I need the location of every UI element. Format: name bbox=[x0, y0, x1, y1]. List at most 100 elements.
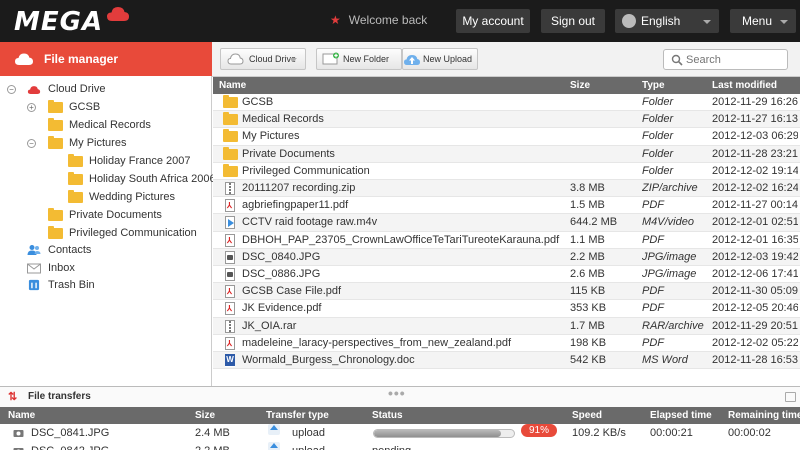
collapse-icon[interactable]: − bbox=[7, 85, 16, 94]
tree-label: Contacts bbox=[48, 244, 92, 256]
toolbar: Cloud Drive New Folder New Upload bbox=[212, 42, 800, 77]
new-folder-button[interactable]: New Folder bbox=[316, 48, 402, 70]
file-size: 2.2 MB bbox=[570, 250, 605, 263]
file-size: 1.1 MB bbox=[570, 233, 605, 246]
file-row[interactable]: Privileged Communication Folder 2012-12-02… bbox=[213, 163, 800, 180]
sign-out-button[interactable]: Sign out bbox=[541, 9, 605, 33]
column-name[interactable]: Name bbox=[8, 407, 35, 424]
file-last-modified: 2012-12-02 19:14 bbox=[712, 164, 798, 177]
tree-item-gcsb[interactable]: + GCSB bbox=[0, 99, 210, 116]
my-account-button[interactable]: My account bbox=[456, 9, 530, 33]
tree-label: Wedding Pictures bbox=[89, 191, 176, 203]
tree-item-trash-bin[interactable]: Trash Bin bbox=[0, 277, 210, 294]
pdf-icon: ⅄ bbox=[225, 336, 235, 350]
file-list: Name Size Type Last modified GCSB Folder 2… bbox=[213, 77, 800, 386]
file-name: CCTV raid footage raw.m4v bbox=[242, 216, 378, 229]
search-box[interactable] bbox=[663, 49, 788, 70]
welcome-text: Welcome back bbox=[348, 13, 428, 27]
expand-icon[interactable]: + bbox=[27, 103, 36, 112]
chevron-down-icon bbox=[780, 20, 788, 24]
collapse-icon[interactable]: − bbox=[27, 139, 36, 148]
open-folder-icon bbox=[48, 136, 63, 149]
file-last-modified: 2012-12-02 05:22 bbox=[712, 336, 798, 349]
file-type: PDF bbox=[642, 285, 664, 298]
column-size[interactable]: Size bbox=[195, 407, 215, 424]
tree-item-holiday-south-africa-2006[interactable]: Holiday South Africa 2006 bbox=[0, 171, 216, 188]
file-name: 20111207 recording.zip bbox=[242, 182, 356, 194]
tree-item-my-pictures[interactable]: − My Pictures bbox=[0, 135, 210, 152]
file-size: 3.8 MB bbox=[570, 182, 605, 194]
file-row[interactable]: GCSB Folder 2012-11-29 16:26 bbox=[213, 94, 800, 112]
file-name: DSC_0840.JPG bbox=[242, 250, 321, 263]
resize-handle[interactable]: ••• bbox=[388, 383, 406, 403]
cloud-icon bbox=[227, 53, 244, 65]
column-type[interactable]: Type bbox=[642, 77, 665, 94]
video-icon bbox=[225, 216, 235, 230]
language-selector[interactable]: English bbox=[615, 9, 719, 33]
tree-item-medical-records[interactable]: Medical Records bbox=[0, 117, 210, 134]
search-input[interactable] bbox=[686, 52, 784, 67]
file-row[interactable]: JK_OIA.rar 1.7 MB RAR/archive 2012-11-29 20… bbox=[213, 317, 800, 335]
transfer-row[interactable]: DSC_0842.JPG 2.2 MB upload pending bbox=[0, 442, 800, 450]
folder-icon bbox=[223, 112, 238, 126]
transfer-row[interactable]: DSC_0841.JPG 2.4 MB upload 91% 109.2 KB/… bbox=[0, 424, 800, 442]
pdf-icon-glyph: ⅄ bbox=[227, 338, 232, 348]
tree-item-holiday-france-2007[interactable]: Holiday France 2007 bbox=[0, 153, 210, 170]
file-row[interactable]: W Wormald_Burgess_Chronology.doc 542 KB MS … bbox=[213, 352, 800, 370]
image-icon-glyph bbox=[227, 254, 233, 260]
column-size[interactable]: Size bbox=[570, 77, 590, 94]
tree-item-contacts[interactable]: Contacts bbox=[0, 242, 210, 259]
file-name: Wormald_Burgess_Chronology.doc bbox=[242, 354, 415, 366]
tree-item-wedding-pictures[interactable]: Wedding Pictures bbox=[0, 189, 210, 206]
file-type: PDF bbox=[642, 336, 664, 349]
file-row[interactable]: DSC_0840.JPG 2.2 MB JPG/image 2012-12-03 19… bbox=[213, 248, 800, 266]
column-elapsed-time[interactable]: Elapsed time bbox=[650, 407, 712, 424]
file-row[interactable]: My Pictures Folder 2012-12-03 06:29 bbox=[213, 128, 800, 146]
file-row[interactable]: CCTV raid footage raw.m4v 644.2 MB M4V/vid… bbox=[213, 214, 800, 232]
pdf-icon-glyph: ⅄ bbox=[227, 201, 232, 211]
file-name: Privileged Communication bbox=[242, 164, 370, 177]
cloud-drive-dropdown[interactable]: Cloud Drive bbox=[220, 48, 306, 70]
file-row[interactable]: ⅄ agbriefingpaper11.pdf 1.5 MB PDF 2012-11-2… bbox=[213, 197, 800, 215]
file-row[interactable]: 20111207 recording.zip 3.8 MB ZIP/archive 2… bbox=[213, 180, 800, 198]
image-icon bbox=[225, 250, 235, 264]
star-icon: ★ bbox=[330, 13, 341, 27]
file-type: Folder bbox=[642, 113, 674, 126]
tree-label: Privileged Communication bbox=[69, 227, 197, 239]
column-speed[interactable]: Speed bbox=[572, 407, 602, 424]
file-last-modified: 2012-12-03 06:29 bbox=[712, 130, 798, 143]
tree-item-private-documents[interactable]: Private Documents bbox=[0, 207, 210, 224]
file-row[interactable]: ⅄ JK Evidence.pdf 353 KB PDF 2012-12-05 20:4… bbox=[213, 300, 800, 318]
mega-logo[interactable]: MEGA bbox=[14, 7, 103, 37]
file-type: PDF bbox=[642, 302, 664, 315]
zip-icon bbox=[225, 319, 235, 333]
file-row[interactable]: ⅄ DBHOH_PAP_23705_CrownLawOfficeTeTariTur… bbox=[213, 232, 800, 249]
file-row[interactable]: ⅄ madeleine_laracy-perspectives_from_new_… bbox=[213, 335, 800, 352]
file-name: agbriefingpaper11.pdf bbox=[242, 199, 349, 212]
minimize-icon[interactable] bbox=[785, 392, 796, 402]
folder-icon bbox=[48, 226, 63, 239]
zip-icon bbox=[225, 182, 235, 195]
file-row[interactable]: ⅄ GCSB Case File.pdf 115 KB PDF 2012-11-30 0… bbox=[213, 283, 800, 301]
file-name: Private Documents bbox=[242, 147, 335, 160]
column-last-modified[interactable]: Last modified bbox=[712, 77, 777, 94]
top-bar: MEGA ★ Welcome back My account Sign out E… bbox=[0, 0, 800, 42]
column-remaining-time[interactable]: Remaining time bbox=[728, 407, 800, 424]
file-type: Folder bbox=[642, 130, 674, 143]
column-name[interactable]: Name bbox=[219, 77, 246, 94]
tree-item-cloud-drive[interactable]: − Cloud Drive bbox=[0, 81, 210, 98]
transfer-name: DSC_0842.JPG bbox=[31, 442, 109, 450]
tree-item-privileged-communication[interactable]: Privileged Communication bbox=[0, 225, 210, 242]
word-icon: W bbox=[225, 354, 235, 367]
file-name: My Pictures bbox=[242, 130, 300, 143]
file-row[interactable]: Medical Records Folder 2012-11-27 16:13 bbox=[213, 111, 800, 129]
file-last-modified: 2012-11-29 20:51 bbox=[712, 319, 798, 332]
tree-label: Medical Records bbox=[69, 119, 151, 131]
new-upload-button[interactable]: New Upload bbox=[402, 48, 478, 70]
file-row[interactable]: Private Documents Folder 2012-11-28 23:21 bbox=[213, 145, 800, 163]
file-row[interactable]: DSC_0886.JPG 2.6 MB JPG/image 2012-12-06 17… bbox=[213, 266, 800, 284]
menu-button[interactable]: Menu bbox=[730, 9, 796, 33]
column-transfer-type[interactable]: Transfer type bbox=[266, 407, 329, 424]
column-status[interactable]: Status bbox=[372, 407, 403, 424]
tree-item-inbox[interactable]: Inbox bbox=[0, 260, 210, 277]
